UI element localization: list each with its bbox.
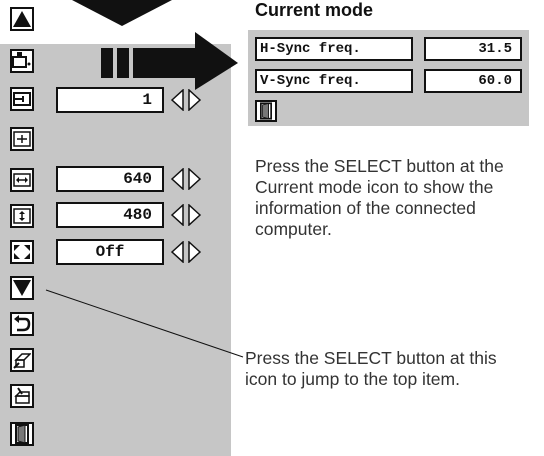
horizontal-size-field[interactable]: 640 bbox=[56, 166, 164, 192]
clamp-icon[interactable] bbox=[10, 87, 34, 111]
current-mode-note: Press the SELECT button at the Current m… bbox=[255, 156, 504, 239]
mode-free-icon[interactable] bbox=[10, 348, 34, 372]
clamp-adjust-arrows[interactable] bbox=[170, 89, 202, 111]
h-sync-label: H-Sync freq. bbox=[255, 37, 413, 61]
horizontal-size-adjust-arrows[interactable] bbox=[170, 168, 202, 190]
full-screen-field[interactable]: Off bbox=[56, 239, 164, 265]
display-area-icon[interactable] bbox=[10, 127, 34, 151]
current-mode-pointer-arrow bbox=[101, 32, 238, 90]
current-mode-title: Current mode bbox=[255, 0, 374, 20]
down-arrow-icon[interactable] bbox=[10, 276, 34, 300]
v-sync-value: 60.0 bbox=[424, 69, 522, 93]
down-arrow-note: Press the SELECT button at this icon to … bbox=[245, 348, 497, 389]
vertical-size-field[interactable]: 480 bbox=[56, 202, 164, 228]
h-sync-value: 31.5 bbox=[424, 37, 522, 61]
down-pointer-arrow bbox=[72, 0, 172, 26]
up-arrow-icon[interactable] bbox=[10, 7, 34, 31]
current-mode-box: H-Sync freq. 31.5 V-Sync freq. 60.0 bbox=[248, 30, 529, 126]
quit-icon[interactable] bbox=[10, 422, 34, 446]
current-mode-icon[interactable] bbox=[10, 49, 34, 73]
full-screen-adjust-arrows[interactable] bbox=[170, 241, 202, 263]
reset-icon[interactable] bbox=[10, 312, 34, 336]
clamp-value-field[interactable]: 1 bbox=[56, 87, 164, 113]
vertical-size-icon[interactable] bbox=[10, 204, 34, 228]
quit-icon[interactable] bbox=[255, 100, 277, 122]
horizontal-size-icon[interactable] bbox=[10, 168, 34, 192]
full-screen-icon[interactable] bbox=[10, 240, 34, 264]
store-icon[interactable] bbox=[10, 384, 34, 408]
vertical-size-adjust-arrows[interactable] bbox=[170, 204, 202, 226]
v-sync-label: V-Sync freq. bbox=[255, 69, 413, 93]
